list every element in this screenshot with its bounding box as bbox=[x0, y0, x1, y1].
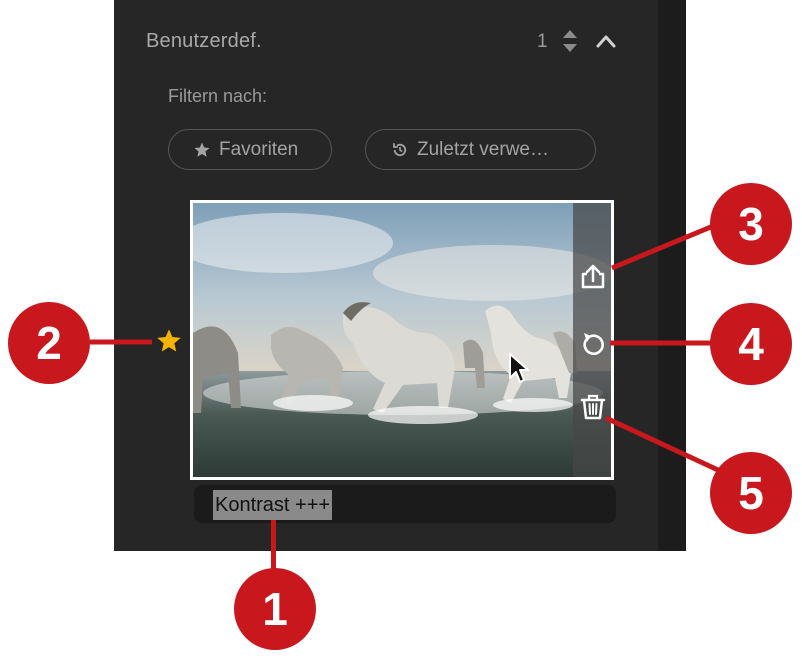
callout-badge-4: 4 bbox=[710, 303, 792, 385]
callout-badge-1: 1 bbox=[234, 568, 316, 650]
callout-lines bbox=[90, 221, 720, 473]
callout-badge-2: 2 bbox=[8, 302, 90, 384]
callout-badge-5: 5 bbox=[710, 452, 792, 534]
callout-badge-3: 3 bbox=[710, 183, 792, 265]
